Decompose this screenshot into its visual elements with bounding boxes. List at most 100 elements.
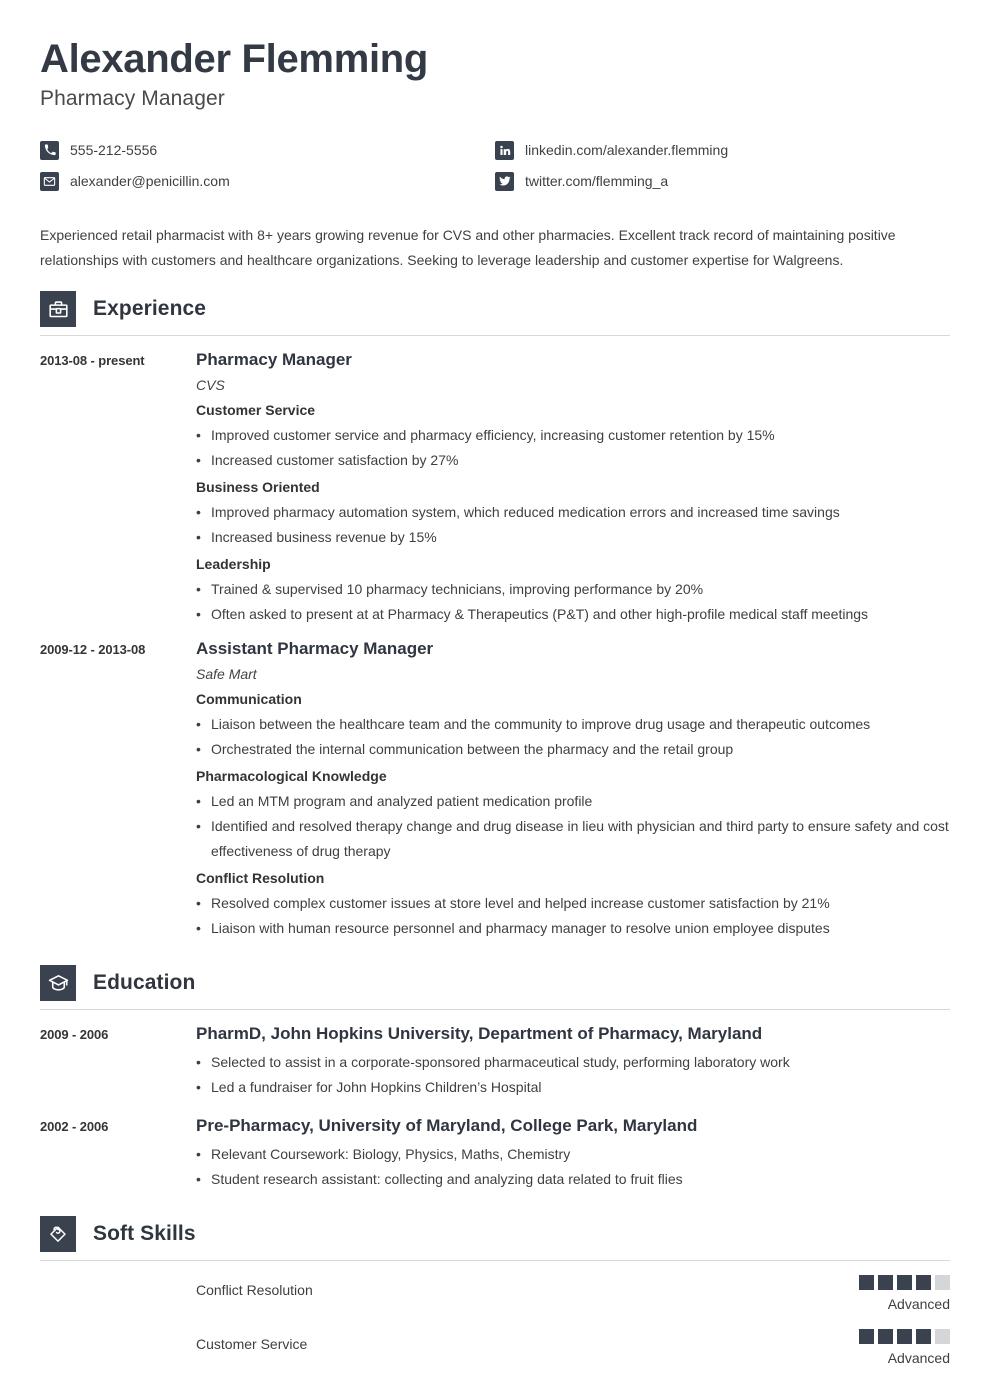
section-experience: Experience 2013-08 - present Pharmacy Ma…	[40, 291, 950, 947]
list-item: Selected to assist in a corporate-sponso…	[196, 1050, 950, 1075]
rating-square-empty	[935, 1275, 950, 1291]
bullet-group-heading: Pharmacological Knowledge	[196, 768, 387, 785]
bullet-group-heading: Communication	[196, 691, 302, 708]
list-item: Improved pharmacy automation system, whi…	[196, 500, 950, 525]
contact-email[interactable]: alexander@penicillin.com	[40, 166, 495, 196]
section-header-experience: Experience	[40, 291, 950, 328]
section-title-soft-skills: Soft Skills	[93, 1222, 196, 1246]
email-icon	[40, 171, 59, 191]
section-soft-skills: Soft Skills Conflict Resolution Advanced…	[40, 1216, 950, 1368]
entry-organization: CVS	[196, 377, 225, 394]
rating-square-empty	[935, 1328, 950, 1344]
section-title-experience: Experience	[93, 297, 207, 321]
bullet-list: Liaison between the healthcare team and …	[196, 712, 950, 762]
section-divider	[40, 1009, 950, 1011]
rating-square-filled	[859, 1328, 874, 1344]
education-entry: 2009 - 2006 PharmD, John Hopkins Univers…	[40, 1024, 950, 1106]
list-item: Led a fundraiser for John Hopkins Childr…	[196, 1075, 950, 1100]
list-item: Resolved complex customer issues at stor…	[196, 891, 950, 916]
entry-title: Assistant Pharmacy Manager	[196, 639, 434, 659]
experience-entry: 2009-12 - 2013-08 Assistant Pharmacy Man…	[40, 639, 950, 947]
bullet-list: Trained & supervised 10 pharmacy technic…	[196, 577, 950, 627]
entry-date: 2002 - 2006	[40, 1119, 109, 1135]
skill-rating-squares	[850, 1328, 950, 1344]
list-item: Student research assistant: collecting a…	[196, 1167, 950, 1192]
resume-header: Alexander Flemming Pharmacy Manager 555-…	[40, 37, 950, 197]
section-header-soft-skills: Soft Skills	[40, 1216, 950, 1253]
contact-email-text: alexander@penicillin.com	[70, 173, 230, 190]
graduation-cap-icon	[40, 965, 76, 1002]
rating-square-filled	[897, 1328, 912, 1344]
bullet-list: Improved customer service and pharmacy e…	[196, 423, 950, 473]
section-title-education: Education	[93, 971, 196, 995]
contact-phone-text: 555-212-5556	[70, 142, 158, 159]
contact-linkedin-text: linkedin.com/alexander.flemming	[525, 142, 729, 159]
entry-title: PharmD, John Hopkins University, Departm…	[196, 1024, 763, 1044]
job-title: Pharmacy Manager	[40, 87, 225, 111]
skill-rating: Advanced	[850, 1328, 950, 1369]
section-divider	[40, 335, 950, 337]
skill-row: Customer Service Advanced	[40, 1328, 950, 1369]
twitter-icon	[495, 171, 514, 191]
skill-name: Customer Service	[196, 1335, 308, 1352]
page-title: Alexander Flemming	[40, 37, 429, 81]
list-item: Relevant Coursework: Biology, Physics, M…	[196, 1142, 950, 1167]
contact-twitter[interactable]: twitter.com/flemming_a	[495, 166, 950, 196]
list-item: Trained & supervised 10 pharmacy technic…	[196, 577, 950, 602]
entry-title: Pre-Pharmacy, University of Maryland, Co…	[196, 1116, 698, 1136]
rating-square-filled	[878, 1328, 893, 1344]
section-education: Education 2009 - 2006 PharmD, John Hopki…	[40, 965, 950, 1198]
entry-body: Pre-Pharmacy, University of Maryland, Co…	[196, 1116, 950, 1198]
list-item: Improved customer service and pharmacy e…	[196, 423, 950, 448]
list-item: Increased business revenue by 15%	[196, 525, 950, 550]
skill-name: Conflict Resolution	[196, 1282, 313, 1299]
entry-date: 2009-12 - 2013-08	[40, 642, 146, 658]
entry-body: PharmD, John Hopkins University, Departm…	[196, 1024, 950, 1106]
resume-page: Alexander Flemming Pharmacy Manager 555-…	[0, 0, 990, 1400]
rating-square-filled	[916, 1275, 931, 1291]
hand-heart-icon	[40, 1216, 76, 1253]
skill-rating: Advanced	[850, 1275, 950, 1315]
rating-square-filled	[859, 1275, 874, 1291]
contact-list: 555-212-5556 linkedin.com/alexander.flem…	[40, 135, 950, 197]
section-divider	[40, 1260, 950, 1262]
bullet-list: Resolved complex customer issues at stor…	[196, 891, 950, 941]
entry-date: 2009 - 2006	[40, 1027, 109, 1043]
list-item: Orchestrated the internal communication …	[196, 737, 950, 762]
bullet-list: Led an MTM program and analyzed patient …	[196, 789, 950, 864]
bullet-list: Improved pharmacy automation system, whi…	[196, 500, 950, 550]
summary-paragraph: Experienced retail pharmacist with 8+ ye…	[40, 227, 896, 269]
skill-row: Conflict Resolution Advanced	[40, 1275, 950, 1315]
contact-twitter-text: twitter.com/flemming_a	[525, 173, 669, 190]
list-item: Often asked to present at at Pharmacy & …	[196, 602, 950, 627]
bullet-group-heading: Customer Service	[196, 402, 316, 419]
linkedin-icon	[495, 140, 514, 160]
list-item: Liaison with human resource personnel an…	[196, 916, 950, 941]
phone-icon	[40, 140, 59, 160]
list-item: Led an MTM program and analyzed patient …	[196, 789, 950, 814]
list-item: Increased customer satisfaction by 27%	[196, 448, 950, 473]
rating-square-filled	[897, 1275, 912, 1291]
rating-square-filled	[878, 1275, 893, 1291]
list-item: Identified and resolved therapy change a…	[196, 814, 950, 864]
briefcase-icon	[40, 291, 76, 328]
bullet-group-heading: Conflict Resolution	[196, 870, 325, 887]
entry-body: Pharmacy Manager CVS Customer Service Im…	[196, 350, 950, 633]
bullet-group-heading: Business Oriented	[196, 479, 320, 496]
rating-square-filled	[916, 1328, 931, 1344]
skill-level-label: Advanced	[887, 1349, 950, 1366]
contact-linkedin[interactable]: linkedin.com/alexander.flemming	[495, 135, 950, 165]
entry-organization: Safe Mart	[196, 666, 257, 683]
bullet-list: Selected to assist in a corporate-sponso…	[196, 1050, 950, 1100]
entry-title: Pharmacy Manager	[196, 350, 352, 370]
bullet-group-heading: Leadership	[196, 556, 271, 573]
skill-level-label: Advanced	[887, 1296, 950, 1313]
entry-body: Assistant Pharmacy Manager Safe Mart Com…	[196, 639, 950, 947]
section-header-education: Education	[40, 965, 950, 1002]
entry-date: 2013-08 - present	[40, 353, 145, 369]
bullet-list: Relevant Coursework: Biology, Physics, M…	[196, 1142, 950, 1192]
contact-phone[interactable]: 555-212-5556	[40, 135, 495, 165]
skill-rating-squares	[850, 1275, 950, 1291]
experience-entry: 2013-08 - present Pharmacy Manager CVS C…	[40, 350, 950, 633]
education-entry: 2002 - 2006 Pre-Pharmacy, University of …	[40, 1116, 950, 1198]
